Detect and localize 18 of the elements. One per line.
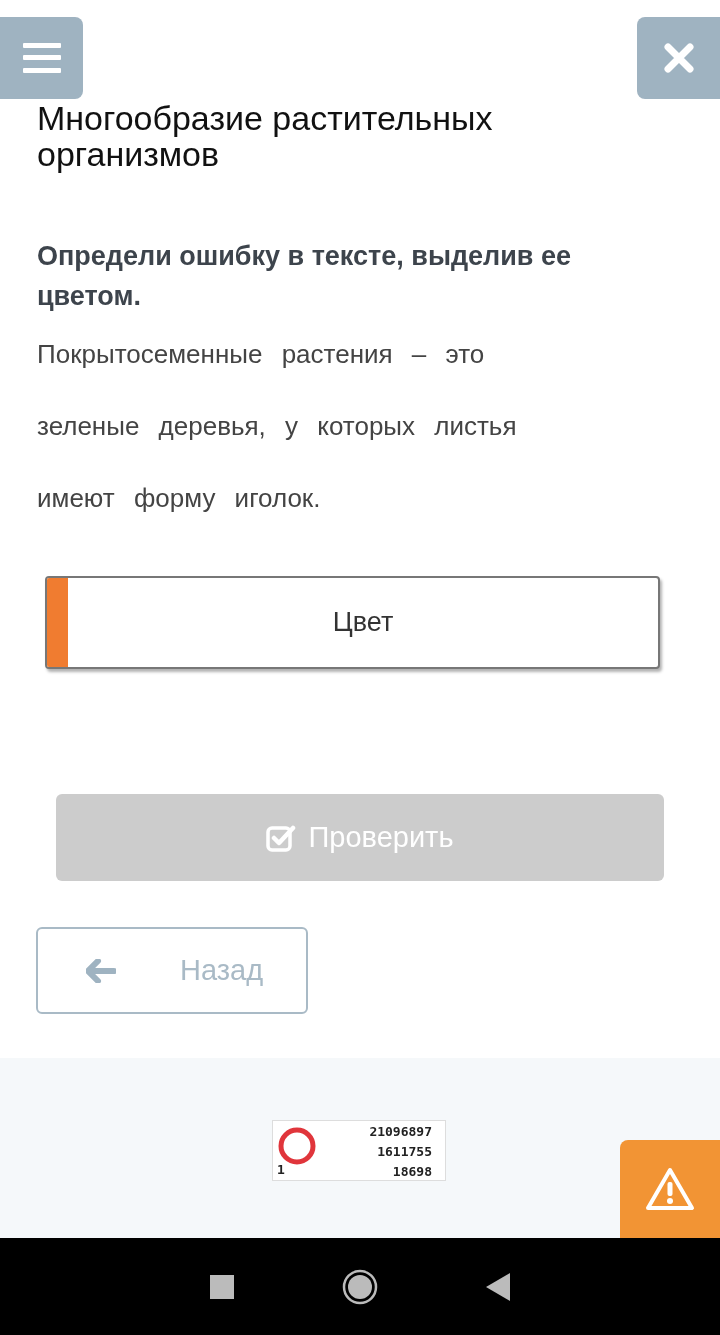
stop-icon[interactable] (210, 1274, 234, 1299)
ring-icon (277, 1126, 317, 1166)
counter-corner-number: 1 (277, 1161, 285, 1179)
counter-number: 1611755 (377, 1143, 432, 1161)
home-icon[interactable] (342, 1268, 378, 1305)
color-picker-button[interactable]: Цвет (45, 576, 660, 669)
close-icon (663, 43, 694, 73)
task-text: Покрытосеменные растения – это зеленые деревья, у которых листья имеют форму иголок. (37, 338, 518, 515)
counter-number: 18698 (392, 1163, 432, 1181)
counter-number: 21096897 (369, 1123, 432, 1141)
warning-icon (644, 1166, 696, 1212)
back-icon[interactable] (486, 1272, 510, 1301)
checkbox-icon (266, 823, 297, 852)
menu-icon (22, 43, 61, 73)
instruction-text: Определи ошибку в тексте, выделив ее цветом. (37, 240, 572, 313)
back-button[interactable]: Назад (36, 927, 308, 1014)
page-title: Многообразие растительных организмов (37, 100, 494, 172)
arrow-left-icon (86, 958, 116, 983)
